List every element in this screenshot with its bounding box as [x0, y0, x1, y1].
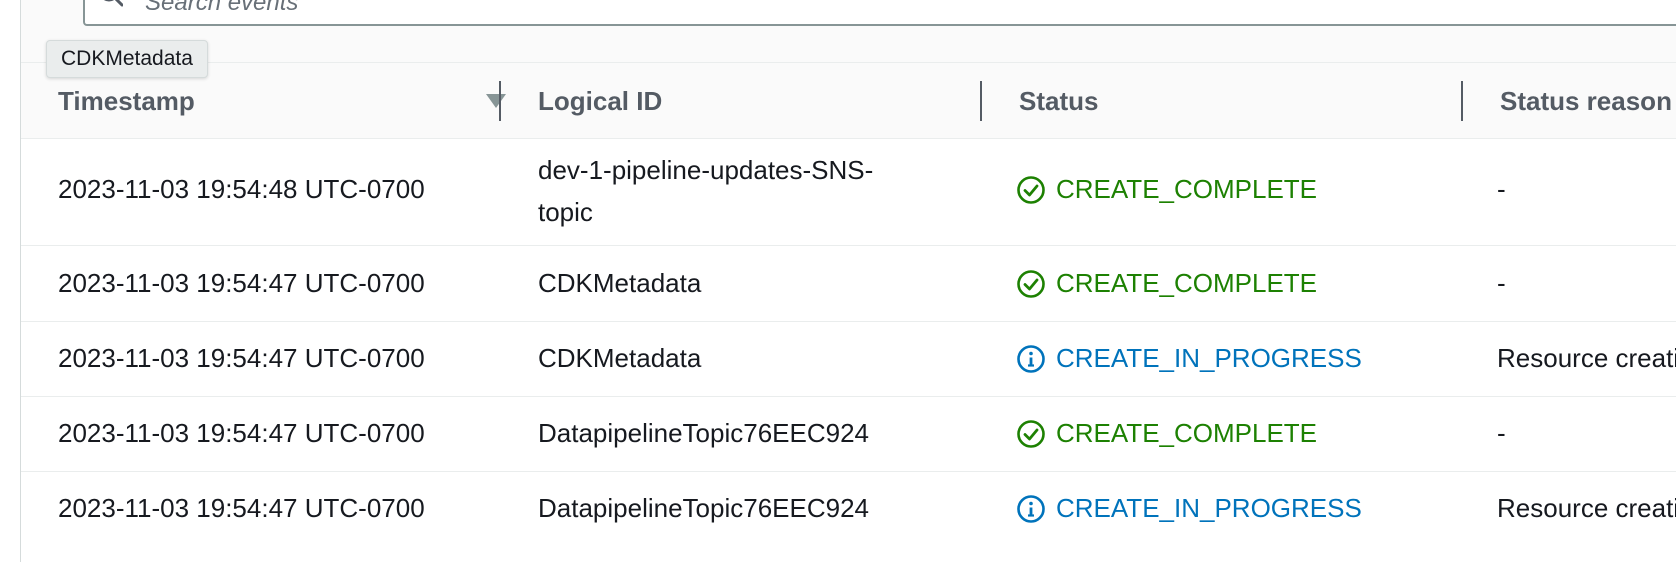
table-row[interactable]: 2023-11-03 19:54:47 UTC-0700 CDKMetadata… — [21, 322, 1676, 397]
column-header-status[interactable]: Status — [1019, 63, 1098, 139]
status-text: CREATE_COMPLETE — [1056, 418, 1318, 448]
search-input[interactable] — [145, 0, 745, 18]
logical-id-cell: DatapipelineTopic76EEC924 — [538, 418, 870, 448]
status-reason-cell: - — [1497, 418, 1506, 448]
status-badge: CREATE_COMPLETE — [1016, 418, 1317, 449]
status-badge: CREATE_COMPLETE — [1016, 174, 1317, 205]
status-text: CREATE_IN_PROGRESS — [1056, 343, 1362, 373]
table-row[interactable]: 2023-11-03 19:54:47 UTC-0700 Datapipelin… — [21, 397, 1676, 472]
logical-id-cell: dev-1-pipeline-updates-SNS-topic — [538, 155, 874, 227]
timestamp-cell: 2023-11-03 19:54:47 UTC-0700 — [58, 493, 425, 523]
status-text: CREATE_IN_PROGRESS — [1056, 493, 1362, 523]
column-header-status-reason[interactable]: Status reason — [1500, 63, 1672, 139]
column-header-logical-id[interactable]: Logical ID — [538, 63, 662, 139]
status-badge: CREATE_IN_PROGRESS — [1016, 493, 1362, 524]
check-circle-icon — [1017, 269, 1045, 298]
timestamp-cell: 2023-11-03 19:54:47 UTC-0700 — [58, 343, 425, 373]
tooltip: CDKMetadata — [46, 40, 208, 78]
status-reason-cell: Resource creation Initiated — [1497, 343, 1676, 373]
column-resizer[interactable] — [1461, 81, 1463, 121]
logical-id-cell: DatapipelineTopic76EEC924 — [538, 493, 870, 523]
check-circle-icon — [1017, 175, 1045, 204]
sort-descending-icon[interactable] — [485, 93, 507, 109]
info-circle-icon — [1017, 494, 1045, 523]
timestamp-cell: 2023-11-03 19:54:48 UTC-0700 — [58, 174, 425, 204]
table-row[interactable]: 2023-11-03 19:54:47 UTC-0700 CDKMetadata… — [21, 246, 1676, 322]
stack-events-panel: Timestamp Logical ID Status Status reaso… — [0, 0, 1676, 562]
timestamp-cell: 2023-11-03 19:54:47 UTC-0700 — [58, 418, 425, 448]
table-header: Timestamp Logical ID Status Status reaso… — [21, 62, 1676, 139]
status-reason-cell: Resource creation Initiated — [1497, 493, 1676, 523]
table-row[interactable]: 2023-11-03 19:54:48 UTC-0700 dev-1-pipel… — [21, 139, 1676, 246]
search-box[interactable] — [83, 0, 1676, 26]
status-text: CREATE_COMPLETE — [1056, 268, 1318, 298]
column-resizer[interactable] — [980, 81, 982, 121]
status-text: CREATE_COMPLETE — [1056, 174, 1318, 204]
logical-id-cell: CDKMetadata — [538, 268, 702, 298]
search-icon — [103, 0, 123, 7]
table-row[interactable]: 2023-11-03 19:54:47 UTC-0700 Datapipelin… — [21, 472, 1676, 562]
status-badge: CREATE_COMPLETE — [1016, 268, 1317, 299]
timestamp-cell: 2023-11-03 19:54:47 UTC-0700 — [58, 268, 425, 298]
check-circle-icon — [1017, 419, 1045, 448]
info-circle-icon — [1017, 344, 1045, 373]
status-reason-cell: - — [1497, 268, 1506, 298]
logical-id-cell: CDKMetadata — [538, 343, 702, 373]
status-badge: CREATE_IN_PROGRESS — [1016, 343, 1362, 374]
column-resizer[interactable] — [499, 81, 501, 121]
status-reason-cell: - — [1497, 174, 1506, 204]
search-bar-area — [21, 0, 1676, 62]
